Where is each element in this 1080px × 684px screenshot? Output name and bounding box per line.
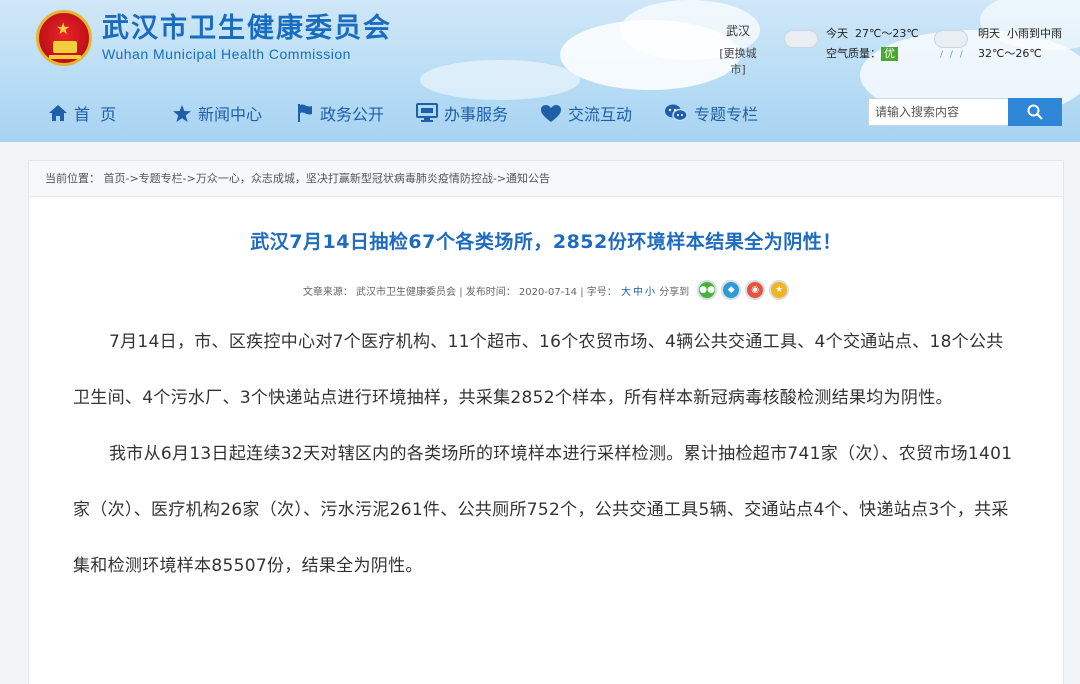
air-quality-badge: 优	[881, 47, 898, 61]
nav-item-gov[interactable]: 政务公开	[296, 101, 384, 125]
share-buttons: ●● ◆ ◉ ★	[693, 280, 790, 300]
nav-item-label: 新闻中心	[198, 105, 263, 124]
breadcrumb[interactable]: 当前位置： 首页->专题专栏->万众一心，众志成城，坚决打赢新型冠状病毒肺炎疫情…	[29, 161, 1063, 197]
nav-item-home[interactable]: 首 页	[48, 101, 116, 125]
article-paragraph: 7月14日，市、区疾控中心对7个医疗机构、11个超市、16个农贸市场、4辆公共交…	[73, 332, 1004, 408]
site-title-en: Wuhan Municipal Health Commission	[102, 46, 351, 62]
rain-weather-icon	[934, 30, 968, 48]
tomorrow-label: 明天	[978, 27, 1000, 40]
today-label: 今天	[826, 27, 848, 40]
city-name: 武汉	[725, 24, 750, 38]
monitor-icon	[416, 103, 438, 122]
qzone-share-icon[interactable]: ★	[769, 280, 790, 300]
nav-item-topic[interactable]: 专题专栏	[664, 101, 758, 125]
tomorrow-desc: 小雨到中雨	[1007, 27, 1062, 40]
search-input[interactable]	[868, 98, 1008, 126]
heart-icon	[541, 104, 561, 122]
site-logo[interactable]: ★ 武汉市卫生健康委员会 Wuhan Municipal Health Comm…	[36, 10, 392, 66]
cloudy-weather-icon	[784, 30, 818, 48]
site-title-cn: 武汉市卫生健康委员会	[102, 13, 392, 44]
national-emblem-icon: ★	[36, 10, 92, 66]
article-title: 武汉7月14日抽检67个各类场所，2852份环境样本结果全为阴性！	[250, 231, 842, 253]
nav-item-interact[interactable]: 交流互动	[540, 101, 632, 125]
nav-item-service[interactable]: 办事服务	[416, 101, 508, 125]
wechat-share-icon[interactable]: ●●	[697, 280, 718, 300]
article-meta: 文章来源： 武汉市卫生健康委员会 | 发布时间： 2020-07-14 | 字号…	[29, 280, 1063, 300]
tomorrow-temp: 32℃～26℃	[978, 47, 1042, 60]
nav-item-label: 交流互动	[568, 105, 633, 124]
air-quality-label: 空气质量：	[826, 47, 881, 60]
flag-icon	[298, 104, 312, 122]
star-icon	[173, 104, 191, 122]
qq-share-icon[interactable]: ◆	[721, 280, 742, 300]
nav-item-news[interactable]: 新闻中心	[172, 101, 262, 125]
rain-drops-icon: / / /	[940, 50, 965, 60]
article-paragraph: 我市从6月13日起连续32天对辖区内的各类场所的环境样本进行采样检测。累计抽检超…	[73, 444, 1013, 576]
today-temp: 27℃～23℃	[855, 27, 919, 40]
article-container: 当前位置： 首页->专题专栏->万众一心，众志成城，坚决打赢新型冠状病毒肺炎疫情…	[28, 160, 1064, 684]
font-size-large[interactable]: 大	[621, 283, 631, 298]
site-header: ★ 武汉市卫生健康委员会 Wuhan Municipal Health Comm…	[0, 0, 1080, 142]
search-icon	[1027, 104, 1043, 120]
weather-tomorrow: 明天 小雨到中雨 32℃～26℃	[978, 24, 1062, 64]
search-button[interactable]	[1008, 98, 1062, 126]
chat-icon	[665, 104, 688, 122]
home-icon	[49, 105, 67, 121]
share-label: 分享到	[659, 286, 690, 298]
search-bar	[868, 98, 1062, 126]
nav-item-label: 首 页	[74, 105, 117, 124]
nav-item-label: 政务公开	[320, 105, 385, 124]
weibo-share-icon[interactable]: ◉	[745, 280, 766, 300]
nav-item-label: 专题专栏	[694, 105, 759, 124]
background-cloud	[420, 60, 580, 100]
weather-city: 武汉 [更换城市]	[712, 22, 764, 77]
article-source-date: 文章来源： 武汉市卫生健康委员会 | 发布时间： 2020-07-14 | 字号…	[302, 286, 617, 298]
article-body: 7月14日，市、区疾控中心对7个医疗机构、11个超市、16个农贸市场、4辆公共交…	[29, 314, 1063, 594]
change-city-link[interactable]: [更换城市]	[712, 45, 764, 77]
nav-item-label: 办事服务	[444, 105, 509, 124]
font-size-medium[interactable]: 中	[633, 283, 643, 298]
font-size-small[interactable]: 小	[645, 283, 655, 298]
weather-today: 今天 27℃～23℃ 空气质量：优	[826, 24, 919, 64]
